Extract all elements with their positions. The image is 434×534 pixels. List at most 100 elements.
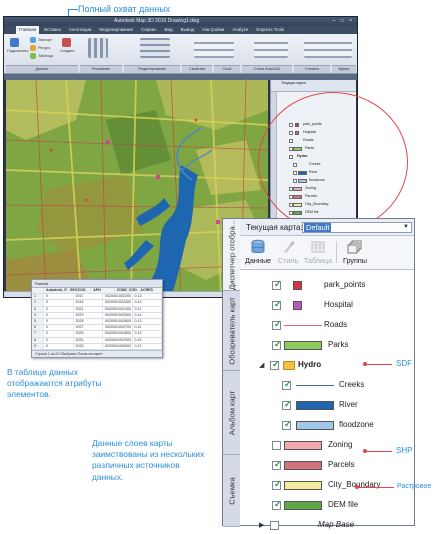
mini-checkbox[interactable] bbox=[289, 187, 293, 191]
layer-row-creeks[interactable]: ✓ Creeks bbox=[240, 378, 414, 394]
table-cell: 2019 bbox=[74, 300, 103, 306]
layer-checkbox[interactable]: ✓ bbox=[272, 279, 282, 290]
layer-checkbox[interactable]: ✓ bbox=[272, 339, 282, 350]
layer-row-park-points[interactable]: ✓ park_points bbox=[240, 278, 414, 294]
mini-checkbox[interactable] bbox=[289, 211, 293, 215]
layer-checkbox[interactable]: ✓ bbox=[282, 399, 292, 410]
layer-row-hospital[interactable]: ✓ Hospital bbox=[240, 298, 414, 314]
mini-checkbox[interactable] bbox=[289, 195, 293, 199]
layer-row-roads[interactable]: ✓ Roads bbox=[240, 318, 414, 334]
export-icon[interactable] bbox=[30, 37, 36, 43]
mini-layer-name: Creeks bbox=[309, 162, 321, 166]
layer-checkbox[interactable] bbox=[272, 441, 281, 450]
connect-icon[interactable] bbox=[10, 38, 19, 47]
layer-checkbox[interactable]: ✓ bbox=[272, 499, 282, 510]
layer-controls-icon[interactable] bbox=[194, 38, 234, 58]
mini-side-tab[interactable] bbox=[271, 142, 277, 192]
column-header[interactable]: Autodesk_FDO bbox=[44, 288, 68, 294]
style-button[interactable]: Стиль bbox=[272, 239, 304, 269]
mini-swatch bbox=[298, 179, 307, 183]
ribbon-export-label[interactable]: Экспорт bbox=[38, 38, 52, 42]
layer-checkbox[interactable]: ✓ bbox=[282, 379, 292, 390]
layer-row-river[interactable]: ✓ River bbox=[240, 398, 414, 414]
layer-checkbox[interactable]: ✓ bbox=[282, 419, 292, 430]
table-cell: 0.13 bbox=[133, 331, 162, 337]
task-pane-toolbar: Данные Стиль Таблица Группы bbox=[240, 236, 414, 270]
column-header[interactable]: GEOCOD bbox=[68, 288, 92, 294]
mini-side-tab[interactable] bbox=[271, 92, 277, 142]
layer-row-floodzone[interactable]: ✓ floodzone bbox=[240, 418, 414, 434]
mini-checkbox[interactable] bbox=[289, 131, 293, 135]
table-cell: 0020001002200 bbox=[105, 294, 133, 300]
tab-display-manager[interactable]: Диспетчер отобра... bbox=[223, 219, 240, 291]
layer-group-hydro[interactable]: ◢ ✓ Hydro bbox=[240, 358, 414, 374]
mini-checkbox[interactable] bbox=[289, 155, 293, 159]
current-map-label: Текущая карта: bbox=[246, 223, 303, 232]
ribbon-create-label[interactable]: Создать bbox=[60, 49, 74, 53]
utilities-controls-icon[interactable] bbox=[304, 38, 352, 58]
tab-settings[interactable]: Настройки bbox=[199, 26, 227, 34]
mini-checkbox[interactable] bbox=[293, 179, 297, 183]
column-header[interactable]: ACRES bbox=[138, 288, 162, 294]
layer-checkbox[interactable]: ✓ bbox=[272, 299, 282, 310]
layer-checkbox[interactable]: ✓ bbox=[272, 319, 282, 330]
tab-model[interactable]: Моделирование bbox=[96, 26, 136, 34]
window-controls[interactable]: – □ × bbox=[333, 18, 355, 24]
table-cell: 0020001002300 bbox=[105, 300, 133, 306]
tab-annotate[interactable]: Аннотации bbox=[66, 26, 95, 34]
chevron-down-icon[interactable]: ▼ bbox=[403, 224, 409, 230]
tab-map-book[interactable]: Альбом карт bbox=[223, 371, 240, 455]
layer-group-map-base[interactable]: ▶ Map Base bbox=[240, 518, 414, 534]
table-cell: 0020001002900 bbox=[105, 337, 133, 343]
create-icon[interactable] bbox=[62, 38, 71, 47]
current-map-select[interactable]: Default ▼ bbox=[302, 222, 412, 233]
column-header[interactable]: ZONE_CODE bbox=[115, 288, 139, 294]
tab-analyze[interactable]: Analyze bbox=[229, 26, 251, 34]
expand-arrow-icon[interactable]: ▶ bbox=[259, 521, 264, 529]
mini-checkbox[interactable] bbox=[293, 171, 297, 175]
mini-checkbox[interactable] bbox=[289, 139, 293, 143]
check-mark-icon: ✓ bbox=[274, 479, 282, 489]
table-icon[interactable] bbox=[30, 53, 36, 59]
edit-tools-icon[interactable] bbox=[140, 38, 170, 58]
collapse-arrow-icon[interactable]: ◢ bbox=[259, 361, 264, 369]
tab-survey[interactable]: Съемка bbox=[223, 455, 240, 527]
mini-checkbox[interactable] bbox=[293, 163, 297, 167]
tab-express-tools[interactable]: Express Tools bbox=[253, 26, 287, 34]
resource-icon[interactable] bbox=[30, 45, 36, 51]
ribbon-table-label[interactable]: Таблица bbox=[38, 54, 53, 58]
mini-pane-header: Текущая карта: bbox=[271, 80, 356, 92]
styles-controls-icon[interactable] bbox=[254, 38, 288, 58]
tab-tools[interactable]: Сервис bbox=[138, 26, 159, 34]
table-button[interactable]: Таблица bbox=[302, 239, 334, 269]
layer-checkbox[interactable]: ✓ bbox=[272, 459, 282, 470]
tab-map-explorer[interactable]: Обозреватель карт bbox=[223, 291, 240, 371]
mini-layer-name: DEM file bbox=[305, 210, 319, 214]
layer-swatch bbox=[293, 281, 302, 290]
mini-checkbox[interactable] bbox=[289, 147, 293, 151]
table-row[interactable]: 9 0 2033 0020001003000 0.12 bbox=[32, 343, 162, 350]
layer-checkbox[interactable]: ✓ bbox=[270, 359, 280, 370]
tab-output[interactable]: Вывод bbox=[178, 26, 198, 34]
layer-checkbox[interactable] bbox=[270, 521, 279, 530]
ribbon-connect-label[interactable]: Подключить bbox=[7, 49, 28, 53]
layer-row-city-boundary[interactable]: ✓ City_Boundary bbox=[240, 478, 414, 494]
layer-checkbox[interactable]: ✓ bbox=[272, 479, 282, 490]
groups-button[interactable]: Группы bbox=[339, 239, 371, 269]
mini-checkbox[interactable] bbox=[289, 203, 293, 207]
table-cell: 0 bbox=[44, 325, 74, 331]
layer-row-dem-file[interactable]: ✓ DEM file bbox=[240, 498, 414, 514]
layer-row-parcels[interactable]: ✓ Parcels bbox=[240, 458, 414, 474]
draw-tools-icon[interactable] bbox=[88, 38, 108, 58]
mini-layer-name: Zoning bbox=[305, 186, 316, 190]
ribbon-resource-label[interactable]: Ресурс bbox=[38, 46, 50, 50]
mini-checkbox[interactable] bbox=[289, 123, 293, 127]
data-table-window[interactable]: Parcels Autodesk_FDO GEOCOD APN ZONE_COD… bbox=[31, 279, 163, 358]
tab-view[interactable]: Вид bbox=[161, 26, 175, 34]
tab-home[interactable]: Главная bbox=[16, 26, 40, 34]
column-header[interactable]: APN bbox=[91, 288, 115, 294]
table-cell: 0.15 bbox=[133, 337, 162, 343]
tab-insert[interactable]: Вставка bbox=[41, 26, 64, 34]
layer-row-parks[interactable]: ✓ Parks bbox=[240, 338, 414, 354]
data-button[interactable]: Данные bbox=[242, 239, 274, 269]
